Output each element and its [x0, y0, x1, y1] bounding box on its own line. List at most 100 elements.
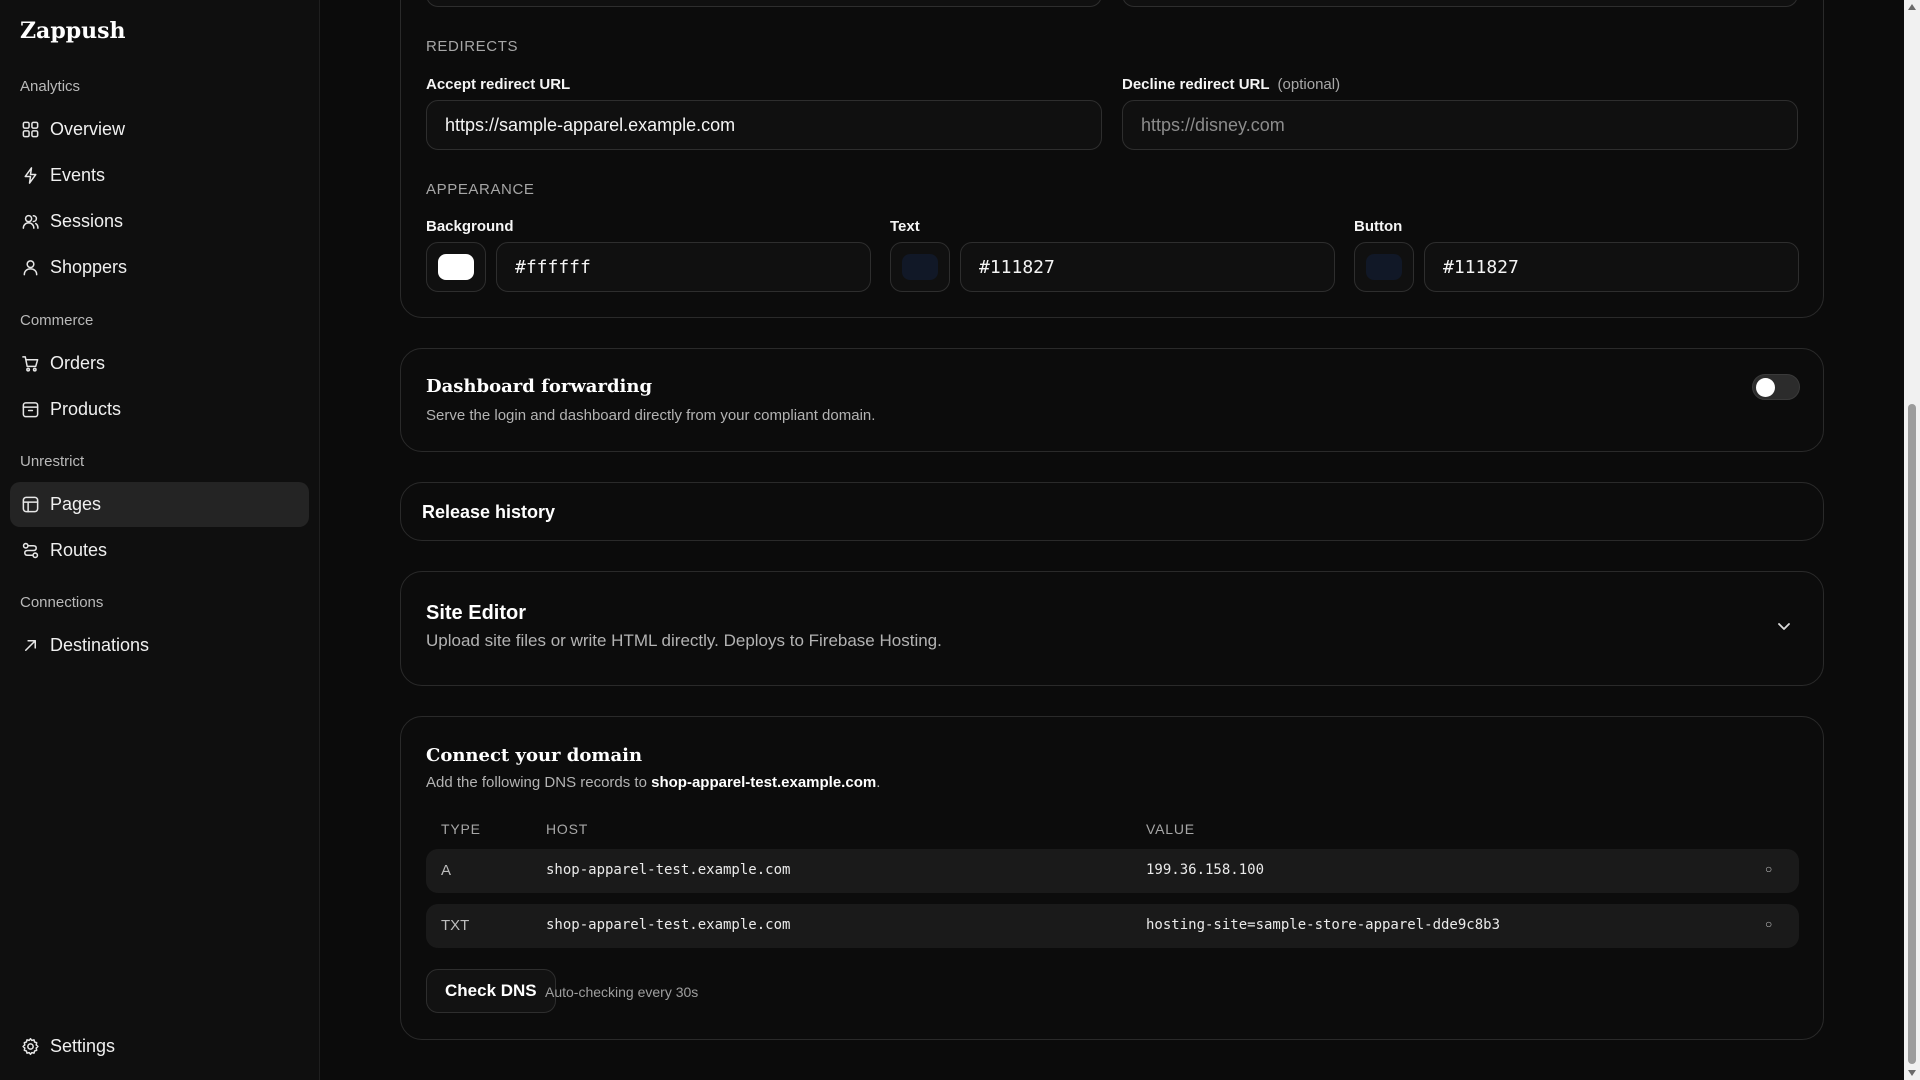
record-type: A [441, 862, 452, 879]
sidebar-item-label: Routes [50, 540, 108, 560]
app-root: Zappush Analytics Overview Events Sessio… [0, 0, 1920, 1080]
sidebar-item-label: Products [50, 399, 122, 419]
page-scrollbar[interactable] [1904, 0, 1920, 1080]
button-swatch [1366, 254, 1402, 280]
sidebar-item-label: Shoppers [50, 257, 128, 277]
dashboard-forwarding-toggle[interactable] [1752, 374, 1800, 400]
arrow-up-right-icon [20, 636, 40, 656]
box-icon [20, 400, 40, 420]
sidebar-item-label: Destinations [50, 635, 150, 655]
connect-domain-description: Add the following DNS records to shop-ap… [426, 774, 880, 791]
text-color-value: #111827 [979, 256, 1055, 278]
text-color-input[interactable]: #111827 [960, 242, 1335, 292]
table-row: A shop-apparel-test.example.com 199.36.1… [426, 849, 1799, 893]
clipped-input-left[interactable] [426, 0, 1102, 7]
background-color-value: #ffffff [515, 256, 591, 278]
dashboard-forwarding-card: Dashboard forwarding Serve the login and… [400, 348, 1824, 452]
background-color-input[interactable]: #ffffff [496, 242, 871, 292]
sidebar-item-destinations[interactable]: Destinations [10, 623, 309, 668]
bolt-icon [20, 166, 40, 186]
sidebar-item-overview[interactable]: Overview [10, 107, 309, 152]
grid-icon [20, 120, 40, 140]
sidebar-item-pages[interactable]: Pages [10, 482, 309, 527]
column-header-value: VALUE [1146, 821, 1195, 837]
sidebar-item-routes[interactable]: Routes [10, 528, 309, 573]
scroll-down-arrow-icon[interactable] [1908, 1070, 1916, 1076]
sidebar-item-settings[interactable]: Settings [10, 1024, 309, 1069]
decline-redirect-input[interactable]: https://disney.com [1122, 100, 1798, 150]
background-color-label: Background [426, 218, 514, 235]
site-editor-title: Site Editor [426, 602, 527, 624]
accept-redirect-value: https://sample-apparel.example.com [445, 114, 736, 135]
scroll-thumb[interactable] [1908, 404, 1916, 1064]
redirects-section-label: REDIRECTS [426, 38, 519, 55]
sidebar-item-sessions[interactable]: Sessions [10, 199, 309, 244]
column-header-type: TYPE [441, 821, 481, 837]
site-editor-description: Upload site files or write HTML directly… [426, 631, 942, 650]
page-settings-card: REDIRECTS Accept redirect URL https://sa… [400, 0, 1824, 318]
connect-domain-card: Connect your domain Add the following DN… [400, 716, 1824, 1040]
accept-redirect-label: Accept redirect URL [426, 76, 571, 93]
main-content: REDIRECTS Accept redirect URL https://sa… [320, 0, 1900, 1080]
nav-section-unrestrict: Unrestrict [20, 453, 85, 470]
sidebar-item-orders[interactable]: Orders [10, 341, 309, 386]
sidebar-item-label: Settings [50, 1036, 116, 1056]
text-swatch [902, 254, 938, 280]
auto-check-hint: Auto-checking every 30s [545, 984, 699, 1000]
gear-icon [20, 1037, 40, 1057]
sidebar-item-label: Orders [50, 353, 106, 373]
text-color-picker[interactable] [890, 242, 950, 292]
dashboard-forwarding-description: Serve the login and dashboard directly f… [426, 407, 876, 424]
cart-icon [20, 354, 40, 374]
button-color-picker[interactable] [1354, 242, 1414, 292]
connect-domain-title: Connect your domain [426, 745, 643, 766]
background-swatch [438, 254, 474, 280]
desc-prefix: Add the following DNS records to [426, 774, 652, 791]
record-host[interactable]: shop-apparel-test.example.com [546, 917, 790, 933]
sidebar-item-shoppers[interactable]: Shoppers [10, 245, 309, 290]
brand-logo[interactable]: Zappush [20, 18, 125, 44]
decline-redirect-placeholder: https://disney.com [1141, 114, 1285, 135]
appearance-section-label: APPEARANCE [426, 181, 535, 198]
check-dns-button[interactable]: Check DNS [426, 969, 556, 1013]
site-editor-card[interactable]: Site Editor Upload site files or write H… [400, 571, 1824, 686]
nav-section-analytics: Analytics [20, 78, 81, 95]
record-value[interactable]: hosting-site=sample-store-apparel-dde9c8… [1146, 917, 1500, 933]
record-value[interactable]: 199.36.158.100 [1146, 862, 1264, 878]
clipped-input-right[interactable] [1122, 0, 1798, 7]
sidebar-item-label: Overview [50, 119, 126, 139]
sidebar-item-events[interactable]: Events [10, 153, 309, 198]
desc-suffix: . [876, 774, 881, 791]
release-history-card[interactable]: Release history [400, 482, 1824, 541]
users-icon [20, 212, 40, 232]
decline-redirect-label: Decline redirect URL (optional) [1122, 76, 1340, 93]
column-header-host: HOST [546, 821, 589, 837]
nav-section-connections: Connections [20, 594, 104, 611]
user-icon [20, 258, 40, 278]
scroll-up-arrow-icon[interactable] [1908, 4, 1916, 10]
toggle-knob [1756, 378, 1775, 397]
record-host[interactable]: shop-apparel-test.example.com [546, 862, 790, 878]
table-row: TXT shop-apparel-test.example.com hostin… [426, 904, 1799, 948]
sidebar-item-label: Sessions [50, 211, 124, 231]
record-type: TXT [441, 917, 470, 934]
dashboard-forwarding-title: Dashboard forwarding [426, 376, 653, 397]
sidebar-item-label: Events [50, 165, 106, 185]
text-color-label: Text [890, 218, 920, 235]
status-indicator-icon: ○ [1765, 862, 1773, 876]
pages-icon [20, 495, 40, 515]
decline-redirect-label-text: Decline redirect URL [1122, 76, 1270, 93]
button-color-input[interactable]: #111827 [1424, 242, 1799, 292]
release-history-title: Release history [422, 502, 556, 522]
button-color-value: #111827 [1443, 256, 1519, 278]
desc-domain: shop-apparel-test.example.com [651, 774, 877, 791]
sidebar-item-label: Pages [50, 494, 102, 514]
sidebar: Zappush Analytics Overview Events Sessio… [0, 0, 320, 1080]
sidebar-item-products[interactable]: Products [10, 387, 309, 432]
chevron-down-icon[interactable] [1776, 618, 1792, 634]
accept-redirect-input[interactable]: https://sample-apparel.example.com [426, 100, 1102, 150]
routes-icon [20, 541, 40, 561]
background-color-picker[interactable] [426, 242, 486, 292]
nav-section-commerce: Commerce [20, 312, 94, 329]
button-color-label: Button [1354, 218, 1403, 235]
